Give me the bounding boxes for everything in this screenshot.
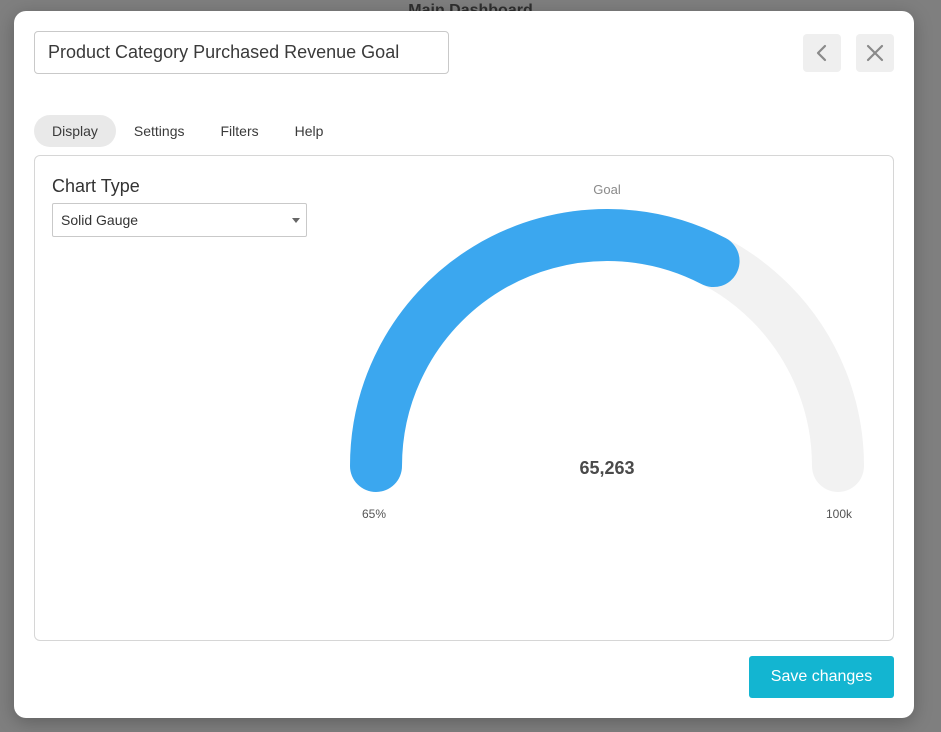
edit-widget-modal: Display Settings Filters Help Chart Type…	[14, 11, 914, 718]
back-button[interactable]	[803, 34, 841, 72]
close-button[interactable]	[856, 34, 894, 72]
gauge-value-arc	[350, 209, 740, 492]
save-changes-button[interactable]: Save changes	[749, 656, 894, 698]
close-icon	[866, 44, 884, 62]
display-panel: Chart Type Solid Gauge Goal 65,263 65% 1…	[34, 155, 894, 641]
tab-display[interactable]: Display	[34, 115, 116, 147]
gauge-chart: Goal 65,263 65% 100k	[350, 182, 864, 521]
gauge-title: Goal	[593, 182, 621, 197]
tab-help[interactable]: Help	[277, 115, 342, 147]
gauge-min-label: 65%	[362, 507, 386, 521]
widget-title-input[interactable]	[34, 31, 449, 74]
gauge-value-label: 65,263	[579, 458, 634, 478]
tab-bar: Display Settings Filters Help	[34, 115, 341, 147]
tab-settings[interactable]: Settings	[116, 115, 203, 147]
gauge-max-label: 100k	[826, 507, 853, 521]
tab-filters[interactable]: Filters	[203, 115, 277, 147]
chevron-left-icon	[816, 44, 827, 62]
